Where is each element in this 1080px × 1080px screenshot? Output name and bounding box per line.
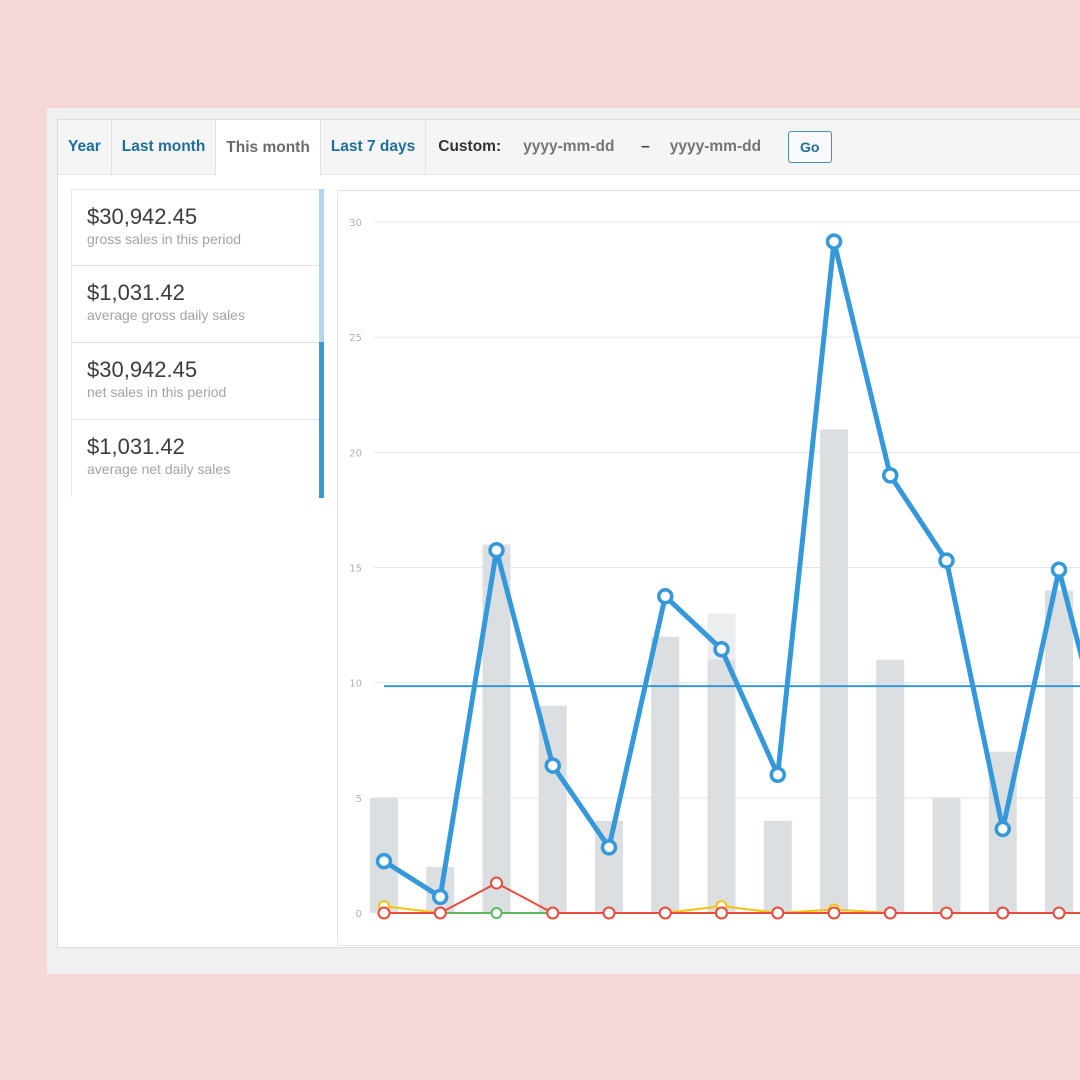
legend-description: average net daily sales: [87, 461, 231, 477]
y-tick-label: 0: [356, 909, 362, 920]
legend-color-bar: [319, 265, 324, 343]
shipping-point: [658, 906, 672, 920]
legend-amount: $1,031.42: [87, 434, 185, 459]
shipping-point: [546, 906, 560, 920]
gross-sales-point: [713, 641, 730, 658]
gross-sales-point: [375, 852, 393, 870]
legend-description: net sales in this period: [87, 384, 227, 400]
legend-net-sales[interactable]: $30,942.45 net sales in this period: [71, 342, 324, 420]
shipping-point: [1052, 906, 1066, 920]
shipping-point: [602, 906, 616, 920]
y-tick-label: 5: [356, 794, 362, 805]
date-separator: –: [641, 138, 650, 155]
shipping-point: [883, 906, 897, 920]
chart-legend: $30,942.45 gross sales in this period $1…: [71, 189, 324, 498]
legend-amount: $1,031.42: [87, 280, 185, 305]
legend-color-bar: [319, 342, 324, 420]
sales-chart: 0 5 10 15 20 25 30: [349, 218, 1080, 920]
gross-sales-point: [938, 552, 955, 569]
y-tick-label: 15: [349, 564, 362, 575]
shipping-point: [771, 906, 785, 920]
gross-sales-point: [769, 766, 786, 784]
report-frame: Year Last month This month Last 7 days C…: [47, 108, 1080, 974]
shipping-point: [715, 906, 728, 920]
end-date-input[interactable]: [669, 138, 768, 156]
bar: [932, 797, 961, 913]
gross-sales-point: [544, 757, 561, 774]
shipping-point: [827, 906, 841, 920]
bar: [707, 659, 736, 913]
custom-range: Custom: – Go: [426, 120, 832, 174]
shipping-point: [377, 906, 391, 920]
start-date-input[interactable]: [523, 138, 622, 156]
bar: [763, 820, 792, 913]
chart-area: 0 5 10 15 20 25 30: [337, 190, 1080, 946]
gross-sales-point: [600, 839, 618, 856]
gross-sales-point: [432, 888, 449, 906]
legend-average-gross[interactable]: $1,031.42 average gross daily sales: [71, 265, 324, 343]
sales-report-panel: Year Last month This month Last 7 days C…: [57, 119, 1080, 948]
shipping-point: [996, 906, 1010, 920]
legend-amount: $30,942.45: [87, 204, 198, 229]
y-tick-label: 20: [349, 448, 362, 459]
legend-description: gross sales in this period: [87, 231, 242, 247]
gross-sales-point: [657, 588, 674, 605]
tab-last-7-days[interactable]: Last 7 days: [321, 120, 427, 174]
coupons-point: [490, 907, 503, 919]
shipping-point: [490, 876, 503, 890]
bar: [876, 659, 905, 913]
legend-average-net[interactable]: $1,031.42 average net daily sales: [71, 419, 324, 498]
gross-sales-point: [825, 233, 843, 250]
shipping-point: [940, 906, 953, 920]
bar: [651, 636, 680, 913]
bar: [1045, 590, 1073, 913]
go-button[interactable]: Go: [787, 131, 832, 163]
gross-sales-point: [882, 467, 899, 484]
legend-amount: $30,942.45: [87, 357, 198, 382]
gross-sales-point: [1050, 561, 1068, 579]
legend-color-bar: [319, 189, 324, 266]
shipping-point: [433, 906, 447, 920]
custom-range-label: Custom:: [438, 138, 502, 155]
bar: [820, 429, 848, 913]
range-tabbar: Year Last month This month Last 7 days C…: [58, 120, 1080, 175]
legend-color-bar: [319, 419, 324, 498]
gross-sales-point: [488, 541, 505, 559]
tab-last-month[interactable]: Last month: [112, 120, 217, 174]
tab-year[interactable]: Year: [58, 120, 112, 174]
legend-gross-sales[interactable]: $30,942.45 gross sales in this period: [71, 189, 324, 266]
y-tick-label: 30: [349, 218, 362, 229]
tab-this-month[interactable]: This month: [216, 120, 321, 175]
legend-description: average gross daily sales: [87, 307, 245, 323]
y-tick-label: 25: [349, 333, 362, 344]
y-tick-label: 10: [349, 679, 362, 690]
gross-sales-point: [994, 820, 1011, 838]
